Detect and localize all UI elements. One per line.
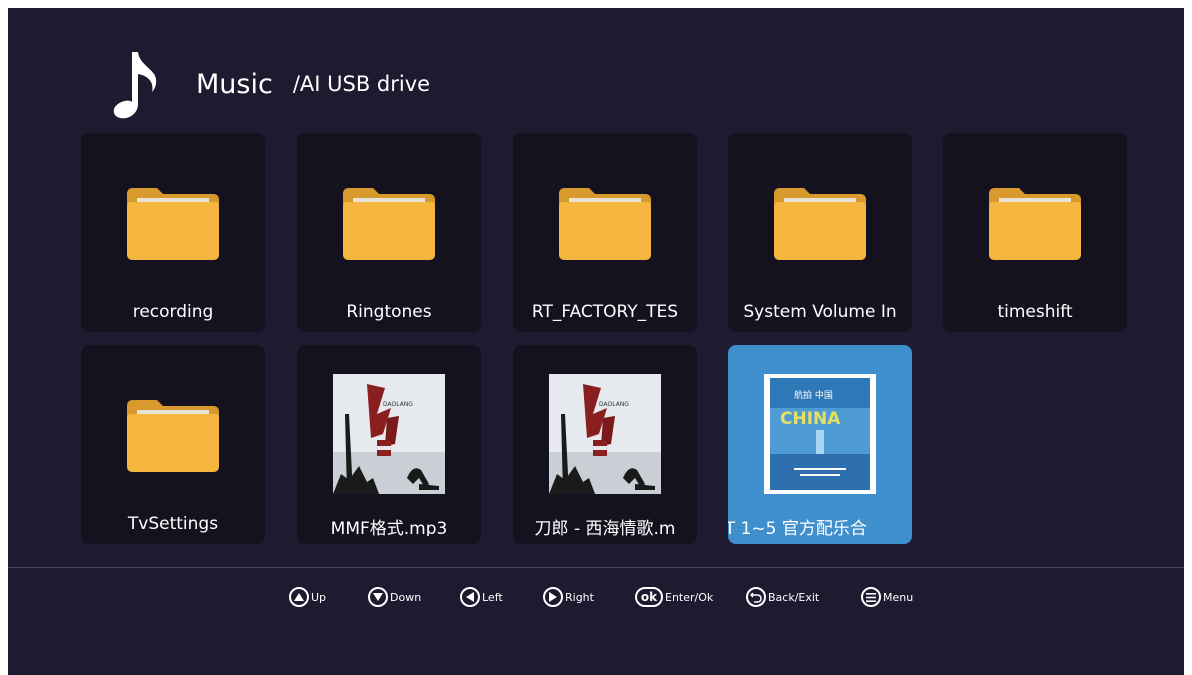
tile-label: 刀郎 - 西海情歌.m	[534, 519, 676, 536]
back-icon	[746, 587, 766, 607]
file-grid: recording Ringtones RT_FACTORY_TES Syste…	[81, 133, 1141, 548]
svg-text:DAOLANG: DAOLANG	[383, 401, 413, 408]
hint-menu: Menu	[861, 582, 913, 612]
folder-tile-rt-factory[interactable]: RT_FACTORY_TES	[513, 133, 697, 332]
tile-label: System Volume In	[743, 302, 897, 322]
hint-right: Right	[543, 582, 594, 612]
poster-thumbnail: 航拍 中国 CHINA	[764, 374, 876, 494]
folder-tile-timeshift[interactable]: timeshift	[943, 133, 1127, 332]
hint-up: Up	[289, 582, 326, 612]
audio-tile-st-soundtrack[interactable]: 航拍 中国 CHINA ST 1~5 官方配乐合	[728, 345, 912, 544]
right-arrow-icon	[543, 587, 563, 607]
folder-icon	[989, 188, 1081, 260]
header: Music /AI USB drive	[108, 48, 430, 120]
media-browser-screen: Music /AI USB drive recording Ringtones …	[8, 8, 1184, 675]
folder-icon	[343, 188, 435, 260]
folder-icon	[559, 188, 651, 260]
folder-icon	[774, 188, 866, 260]
folder-icon	[127, 400, 219, 472]
breadcrumb-path: /AI USB drive	[292, 72, 431, 96]
tile-label: MMF格式.mp3	[330, 519, 448, 536]
folder-tile-ringtones[interactable]: Ringtones	[297, 133, 481, 332]
svg-text:CHINA: CHINA	[780, 409, 841, 429]
tile-label: TvSettings	[127, 514, 219, 534]
album-art-thumbnail: DAOLANG	[333, 374, 445, 494]
svg-text:DAOLANG: DAOLANG	[599, 401, 629, 408]
audio-tile-xihaiqingge[interactable]: DAOLANG 刀郎 - 西海情歌.m	[513, 345, 697, 544]
album-art-thumbnail: DAOLANG	[549, 374, 661, 494]
hint-back-exit: Back/Exit	[746, 582, 819, 612]
folder-tile-system-volume[interactable]: System Volume In	[728, 133, 912, 332]
up-arrow-icon	[289, 587, 309, 607]
folder-tile-tvsettings[interactable]: TvSettings	[81, 345, 265, 544]
folder-icon	[127, 188, 219, 260]
audio-tile-mmf[interactable]: DAOLANG MMF格式.mp3	[297, 345, 481, 544]
tile-label: Ringtones	[346, 302, 432, 322]
left-arrow-icon	[460, 587, 480, 607]
page-title: Music	[196, 68, 273, 100]
music-note-icon	[113, 52, 157, 119]
tile-label: recording	[132, 302, 214, 322]
ok-icon: ok	[635, 587, 663, 607]
hint-down: Down	[368, 582, 421, 612]
hint-left: Left	[460, 582, 503, 612]
divider	[8, 567, 1184, 568]
tile-label: timeshift	[997, 302, 1073, 322]
tile-label: RT_FACTORY_TES	[531, 302, 679, 322]
tile-label: ST 1~5 官方配乐合	[728, 519, 867, 536]
menu-icon	[861, 587, 881, 607]
hint-enter-ok: ok Enter/Ok	[635, 582, 713, 612]
folder-tile-recording[interactable]: recording	[81, 133, 265, 332]
svg-text:航拍 中国: 航拍 中国	[794, 389, 833, 401]
remote-hint-bar: Up Down Left Right ok Enter/Ok Back/Exit…	[8, 582, 1184, 612]
down-arrow-icon	[368, 587, 388, 607]
